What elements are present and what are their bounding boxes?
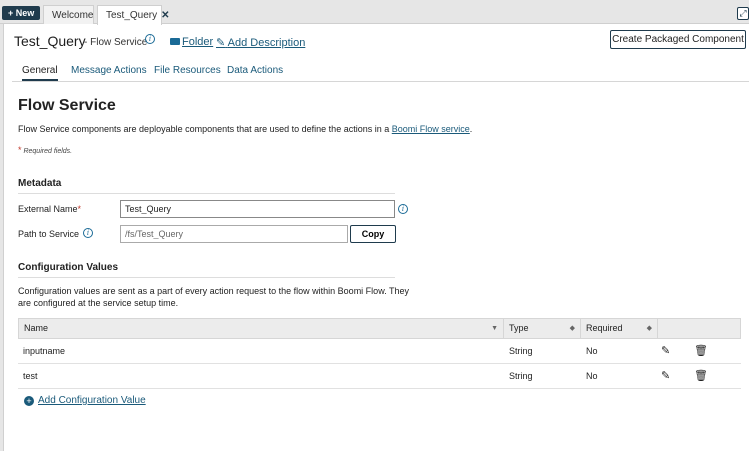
intro-text-body: Flow Service components are deployable c… [18,124,390,134]
plus-circle-icon: + [24,396,34,406]
tab-welcome[interactable]: Welcome [43,5,94,24]
cell-name: test [23,371,38,381]
folder-label: Folder [182,36,214,48]
tab-general[interactable]: General [22,65,58,81]
table-row: inputname String No ✎ 🗑 [18,339,741,364]
cell-type: String [509,346,533,356]
boomi-flow-service-link[interactable]: Boomi Flow service [392,124,470,134]
table-header: Name ▼ Type ◆ Required ◆ [18,318,741,339]
configuration-values-table: Name ▼ Type ◆ Required ◆ inputname String N… [18,318,741,389]
trash-icon[interactable]: 🗑 [694,369,708,382]
tab-welcome-label: Welcome [52,10,94,21]
component-type-label: - Flow Service [84,37,148,48]
pencil-icon[interactable]: ✎ [661,344,670,357]
column-header-type[interactable]: Type ◆ [504,319,581,338]
required-star: * [77,204,82,214]
folder-icon [170,38,180,45]
info-icon[interactable]: i [398,204,408,214]
left-panel-edge [0,24,4,451]
copy-button[interactable]: Copy [350,225,396,243]
add-description-label: Add Description [227,37,306,49]
cell-required: No [586,346,598,356]
path-to-service-field[interactable] [120,225,348,243]
tab-strip: + New Welcome Test_Query ✕ ⤢ [0,0,749,25]
close-icon[interactable]: ✕ [161,10,169,21]
section-heading: Flow Service [18,97,116,114]
folder-link[interactable]: Folder [170,36,213,48]
tab-data-actions[interactable]: Data Actions [227,65,283,76]
create-packaged-component-button[interactable]: Create Packaged Component [610,30,746,49]
sort-icon: ◆ [646,325,652,332]
intro-text-end: . [469,124,473,134]
external-name-field[interactable] [120,200,395,218]
info-icon[interactable]: i [83,228,93,238]
new-button[interactable]: + New [2,6,41,20]
column-header-name[interactable]: Name ▼ [19,319,504,338]
add-description-link[interactable]: ✎ Add Description [216,36,305,49]
trash-icon[interactable]: 🗑 [694,344,708,357]
cell-name: inputname [23,346,66,356]
component-tabs: General Message Actions File Resources D… [12,62,749,82]
cell-type: String [509,371,533,381]
info-icon[interactable]: i [145,34,155,44]
external-name-label-text: External Name [18,204,78,214]
pencil-icon[interactable]: ✎ [661,369,670,382]
required-text: Required fields. [23,148,73,155]
add-configuration-value-label: Add Configuration Value [38,395,146,406]
path-to-service-label: Path to Service [18,229,80,239]
metadata-section-title: Metadata [18,178,395,194]
column-header-required-label: Required [586,323,623,333]
column-header-required[interactable]: Required ◆ [581,319,658,338]
required-star: * [18,145,22,155]
tab-message-actions[interactable]: Message Actions [71,65,147,76]
column-header-type-label: Type [509,323,529,333]
sort-desc-icon: ▼ [491,325,498,332]
external-name-label: External Name* [18,204,81,214]
add-configuration-value-link[interactable]: + Add Configuration Value [24,395,146,406]
tab-test-query-label: Test_Query [106,10,158,21]
column-header-name-label: Name [24,323,49,333]
page-title: Test_Query [14,33,86,49]
configuration-values-description: Configuration values are sent as a part … [18,286,410,308]
sort-icon: ◆ [569,325,575,332]
cell-required: No [586,371,598,381]
pencil-icon: ✎ [216,37,226,49]
table-row: test String No ✎ 🗑 [18,364,741,389]
required-fields-note: * Required fields. [18,145,72,155]
expand-icon[interactable]: ⤢ [737,7,749,20]
configuration-values-section-title: Configuration Values [18,262,395,278]
intro-text: Flow Service components are deployable c… [18,124,472,134]
tab-file-resources[interactable]: File Resources [154,65,221,76]
tab-test-query[interactable]: Test_Query ✕ [97,5,170,25]
